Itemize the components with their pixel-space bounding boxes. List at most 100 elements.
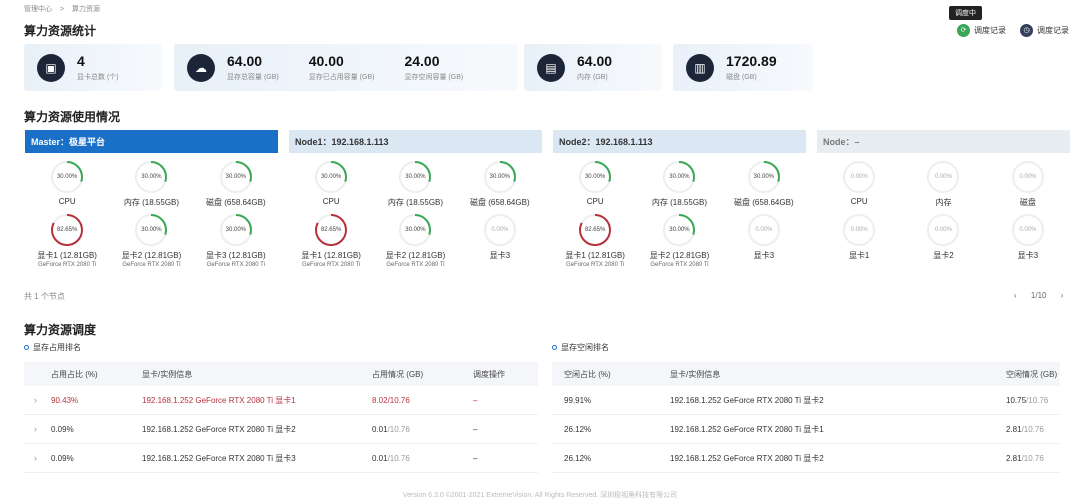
- gauge-label: CPU: [850, 197, 868, 206]
- free-percent-cell: 26.12%: [564, 424, 592, 434]
- usage-gb-cell: 8.02/10.76: [372, 396, 473, 405]
- expand-arrow-icon[interactable]: ›: [24, 395, 51, 405]
- disk-value: 1720.89: [726, 53, 777, 69]
- usage-gauge: 0.00% 显卡3: [722, 212, 806, 268]
- usage-gauge: 30.00% 内存 (18.55GB): [373, 159, 457, 208]
- usage-gauge: 82.65% 显卡1 (12.81GB) GeForce RTX 2080 Ti: [25, 212, 109, 268]
- page-indicator: 1/10: [1030, 291, 1047, 300]
- stat-card-vram: ☁ 64.00 显存总容量 (GB) 40.00 显存已占用容量 (GB) 24…: [174, 44, 518, 91]
- breadcrumb-item-admin[interactable]: 管理中心: [24, 6, 52, 13]
- gauge-percent: 0.00%: [755, 227, 773, 233]
- gauge-percent: 0.00%: [1019, 174, 1037, 180]
- expand-arrow-icon[interactable]: ›: [24, 424, 51, 434]
- vram-free-value: 24.00: [404, 53, 440, 69]
- vram-used-label: 显存已占用容量 (GB): [308, 74, 375, 81]
- disk-icon: ▥: [686, 53, 714, 82]
- usage-gauge: 30.00% 显卡2 (12.81GB) GeForce RTX 2080 Ti: [373, 212, 457, 268]
- gauge-grid: 30.00% CPU 30.00% 内存 (18.55GB) 30.00% 磁盘 (658…: [289, 159, 542, 268]
- total-gb: /10.76: [1026, 395, 1049, 405]
- gauge-percent: 30.00%: [225, 174, 246, 180]
- gpu-total-label: 显卡总数 (个): [77, 74, 119, 81]
- stat-card-ram: ▤ 64.00 内存 (GB): [524, 44, 662, 91]
- usage-ring: 30.00%: [482, 159, 518, 195]
- free-percent-cell: 26.12%: [564, 453, 592, 463]
- node-tab-2[interactable]: Node2：192.168.1.113: [553, 130, 806, 153]
- schedule-op-cell[interactable]: –: [473, 396, 477, 405]
- usage-ring: 30.00%: [313, 159, 349, 195]
- node-tab-3[interactable]: Node：–: [817, 130, 1070, 153]
- pagination: ‹ 1/10 ›: [1014, 291, 1075, 300]
- usage-ring: 30.00%: [397, 159, 433, 195]
- usage-gauge: 30.00% 显卡3 (12.81GB) GeForce RTX 2080 Ti: [194, 212, 278, 268]
- gpu-info-cell: 192.168.1.252 GeForce RTX 2080 Ti 显卡3: [142, 453, 296, 463]
- usage-section-title: 算力资源使用情况: [24, 110, 121, 124]
- gauge-sublabel: GeForce RTX 2080 Ti: [38, 262, 97, 268]
- gauge-percent: 30.00%: [753, 174, 774, 180]
- usage-ring: 0.00%: [925, 212, 961, 248]
- schedule-section-title: 算力资源调度: [24, 323, 97, 337]
- node-panel-2: Node2：192.168.1.113 30.00% CPU 30.00% 内存 (18…: [553, 130, 806, 280]
- gauge-sublabel: GeForce RTX 2080 Ti: [650, 262, 709, 268]
- gauge-label: CPU: [322, 197, 340, 206]
- gpu-info-cell: 192.168.1.252 GeForce RTX 2080 Ti 显卡2: [142, 424, 296, 434]
- gauge-percent: 30.00%: [584, 174, 606, 180]
- gauge-label: 显卡3 (12.81GB): [206, 251, 266, 260]
- column-header: 占用情况 (GB): [372, 369, 424, 379]
- usage-gauge: 0.00% CPU: [817, 159, 901, 208]
- free-gb: 2.81: [1006, 453, 1022, 463]
- free-rank-title: 显存空闲排名: [552, 342, 609, 353]
- gpu-card-icon: ▣: [37, 53, 65, 82]
- bullet-icon: [24, 345, 29, 350]
- usage-ring: 30.00%: [746, 159, 782, 195]
- gpu-info-cell: 192.168.1.252 GeForce RTX 2080 Ti 显卡2: [670, 453, 824, 463]
- column-header: 空闲占比 (%): [564, 369, 611, 379]
- usage-ring: 30.00%: [661, 159, 697, 195]
- usage-percent-cell: 90.43%: [51, 395, 79, 405]
- usage-gauge: 0.00% 磁盘: [986, 159, 1070, 208]
- usage-ring: 30.00%: [133, 159, 169, 195]
- node-tab-0[interactable]: Master：极星平台: [25, 130, 278, 153]
- usage-percent-cell: 0.09%: [51, 424, 74, 434]
- table-row[interactable]: › 0.09% 192.168.1.252 GeForce RTX 2080 Ti …: [24, 415, 538, 444]
- schedule-icon: ⟳: [957, 23, 970, 37]
- page-title: 算力资源统计: [24, 24, 97, 38]
- usage-ring: 0.00%: [925, 159, 961, 195]
- table-row: 99.91% 192.168.1.252 GeForce RTX 2080 Ti …: [552, 386, 1060, 415]
- node-tab-1[interactable]: Node1：192.168.1.113: [289, 130, 542, 153]
- column-header: 调度操作: [473, 369, 505, 379]
- gauge-grid: 30.00% CPU 30.00% 内存 (18.55GB) 30.00% 磁盘 (658…: [553, 159, 806, 268]
- free-percent-cell: 99.91%: [564, 395, 592, 405]
- next-page-button[interactable]: ›: [1061, 291, 1064, 300]
- usage-gauge: 0.00% 内存: [901, 159, 985, 208]
- usage-ring: 82.65%: [49, 212, 85, 248]
- used-gb: 0.01: [372, 453, 388, 463]
- usage-gauge: 82.65% 显卡1 (12.81GB) GeForce RTX 2080 Ti: [553, 212, 637, 268]
- table-row[interactable]: › 0.09% 192.168.1.252 GeForce RTX 2080 Ti …: [24, 444, 538, 473]
- prev-page-button[interactable]: ‹: [1014, 291, 1017, 300]
- gauge-percent: 30.00%: [141, 174, 162, 180]
- free-rank-label: 显存空闲排名: [561, 343, 609, 352]
- gauge-label: 内存: [935, 198, 952, 207]
- usage-ring: 30.00%: [218, 212, 254, 248]
- usage-gauge: 30.00% 显卡2 (12.81GB) GeForce RTX 2080 Ti: [109, 212, 193, 268]
- table-row[interactable]: › 90.43% 192.168.1.252 GeForce RTX 2080 Ti…: [24, 386, 538, 415]
- disk-label: 磁盘 (GB): [726, 74, 757, 81]
- usage-ring: 0.00%: [1010, 212, 1046, 248]
- schedule-op-cell[interactable]: –: [473, 425, 477, 434]
- gauge-label: 显卡2 (12.81GB): [121, 251, 182, 260]
- expand-arrow-icon[interactable]: ›: [24, 453, 51, 463]
- used-rank-title: 显存占用排名: [24, 342, 81, 353]
- gauge-percent: 0.00%: [850, 227, 868, 233]
- used-rank-label: 显存占用排名: [33, 343, 81, 352]
- gauge-percent: 0.00%: [1019, 227, 1037, 233]
- vram-total-label: 显存总容量 (GB): [227, 74, 279, 81]
- table-row: 26.12% 192.168.1.252 GeForce RTX 2080 Ti …: [552, 415, 1060, 444]
- gauge-percent: 0.00%: [934, 174, 952, 180]
- schedule-op-cell[interactable]: –: [473, 454, 477, 463]
- free-gb-cell: 2.81/10.76: [1006, 454, 1044, 463]
- usage-gauge: 0.00% 显卡3: [986, 212, 1070, 261]
- schedule-log-button-1[interactable]: ⟳ 调度记录: [957, 22, 1006, 38]
- usage-gauge: 30.00% 磁盘 (658.64GB): [722, 159, 806, 208]
- gauge-label: 显卡2: [933, 251, 954, 260]
- schedule-log-button-2[interactable]: ◷ 调度记录: [1020, 22, 1069, 38]
